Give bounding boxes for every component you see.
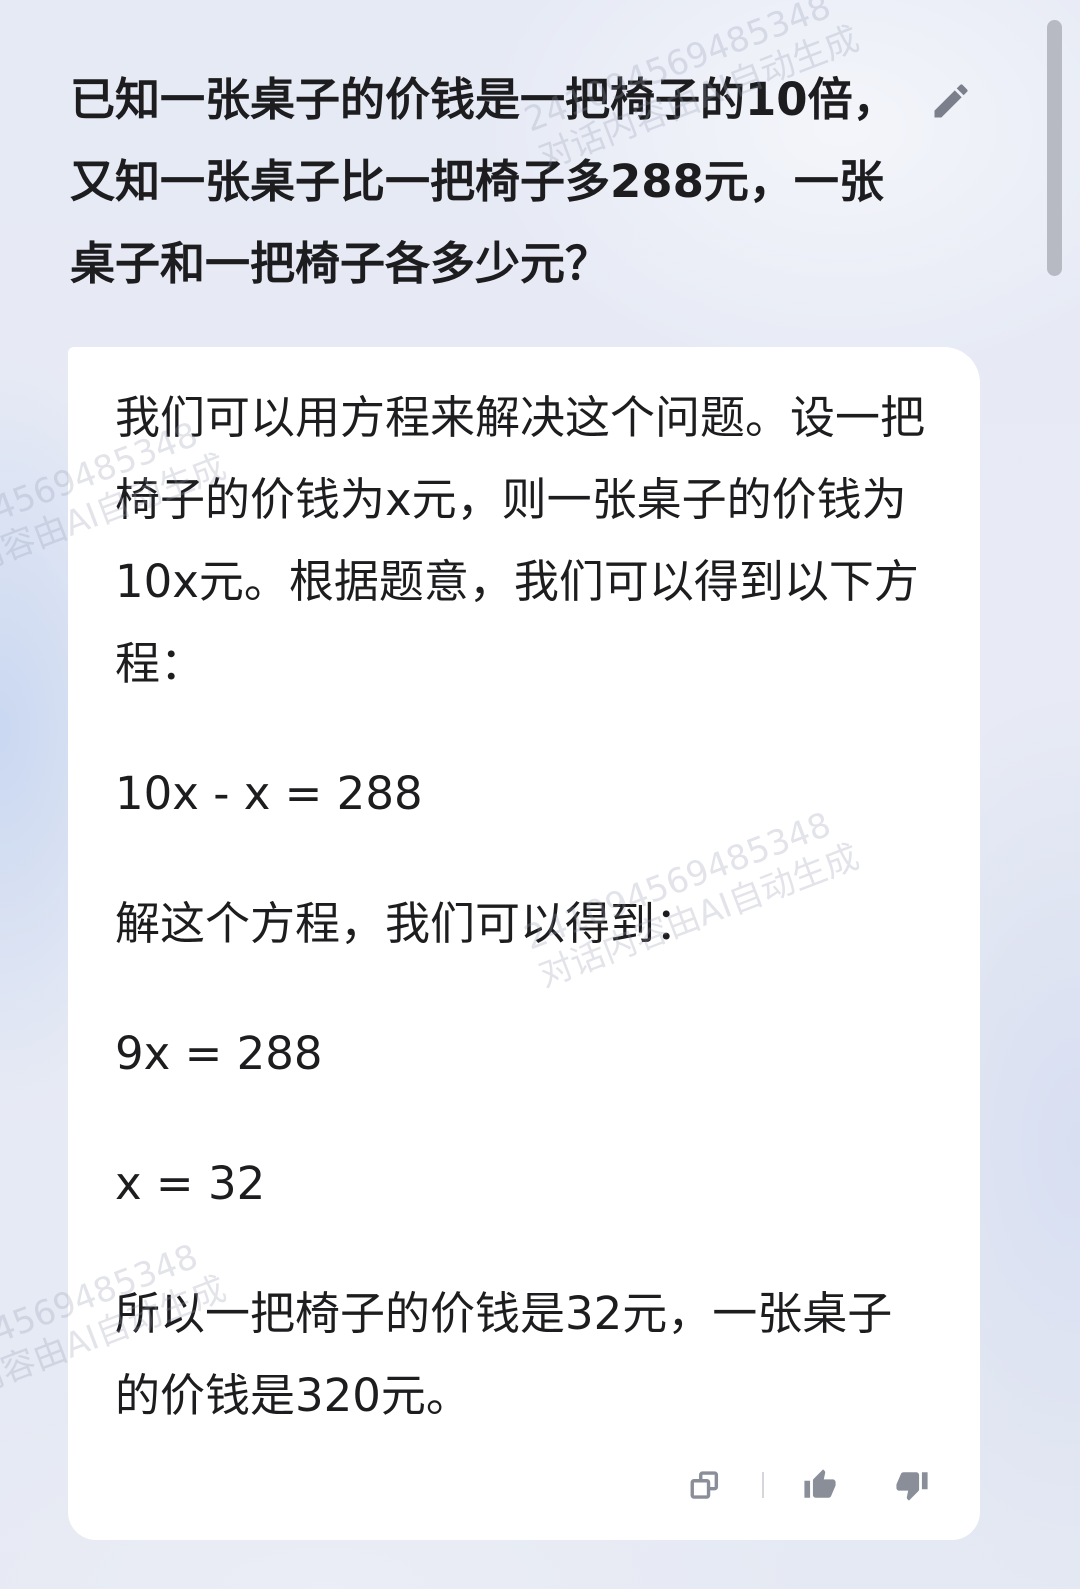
answer-line: 椅子的价钱为x元，则一张桌子的价钱为 xyxy=(115,473,907,526)
answer-equation: 10x - x = 288 xyxy=(115,753,980,835)
question-line: 桌子和一把椅子各多少元？ xyxy=(70,237,611,290)
dislike-button[interactable] xyxy=(893,1466,931,1504)
edit-question-button[interactable] xyxy=(926,76,976,126)
chat-screen: 已知一张桌子的价钱是一把椅子的10倍， 又知一张桌子比一把椅子多288元，一张 … xyxy=(0,0,1080,1589)
answer-line: x = 32 xyxy=(115,1157,266,1210)
answer-paragraph: 我们可以用方程来解决这个问题。设一把 椅子的价钱为x元，则一张桌子的价钱为 10… xyxy=(115,377,980,705)
answer-line: 10x元。根据题意，我们可以得到以下方 xyxy=(115,555,919,608)
like-button[interactable] xyxy=(801,1466,839,1504)
answer-line: 程： xyxy=(115,637,206,690)
action-divider xyxy=(762,1472,764,1498)
answer-line: 的价钱是320元。 xyxy=(115,1369,471,1422)
answer-line: 解这个方程，我们可以得到： xyxy=(115,897,701,950)
copy-icon xyxy=(690,1471,719,1499)
scrollbar-thumb[interactable] xyxy=(1047,20,1062,276)
answer-paragraph: 所以一把椅子的价钱是32元，一张桌子 的价钱是320元。 xyxy=(115,1273,980,1437)
pencil-icon xyxy=(934,84,968,118)
thumbs-down-icon xyxy=(896,1472,928,1501)
answer-equation: x = 32 xyxy=(115,1143,980,1225)
answer-paragraph: 解这个方程，我们可以得到： xyxy=(115,883,980,965)
question-line: 又知一张桌子比一把椅子多288元，一张 xyxy=(70,155,884,208)
answer-line: 9x = 288 xyxy=(115,1027,323,1080)
thumbs-up-icon xyxy=(804,1469,836,1498)
answer-line: 10x - x = 288 xyxy=(115,767,423,820)
answer-card: 我们可以用方程来解决这个问题。设一把 椅子的价钱为x元，则一张桌子的价钱为 10… xyxy=(68,347,980,1540)
user-question: 已知一张桌子的价钱是一把椅子的10倍， 又知一张桌子比一把椅子多288元，一张 … xyxy=(70,59,898,305)
question-line: 已知一张桌子的价钱是一把椅子的10倍， xyxy=(70,73,898,126)
answer-line: 所以一把椅子的价钱是32元，一张桌子 xyxy=(115,1287,893,1340)
answer-equation: 9x = 288 xyxy=(115,1013,980,1095)
answer-line: 我们可以用方程来解决这个问题。设一把 xyxy=(115,391,926,444)
copy-button[interactable] xyxy=(686,1466,724,1504)
